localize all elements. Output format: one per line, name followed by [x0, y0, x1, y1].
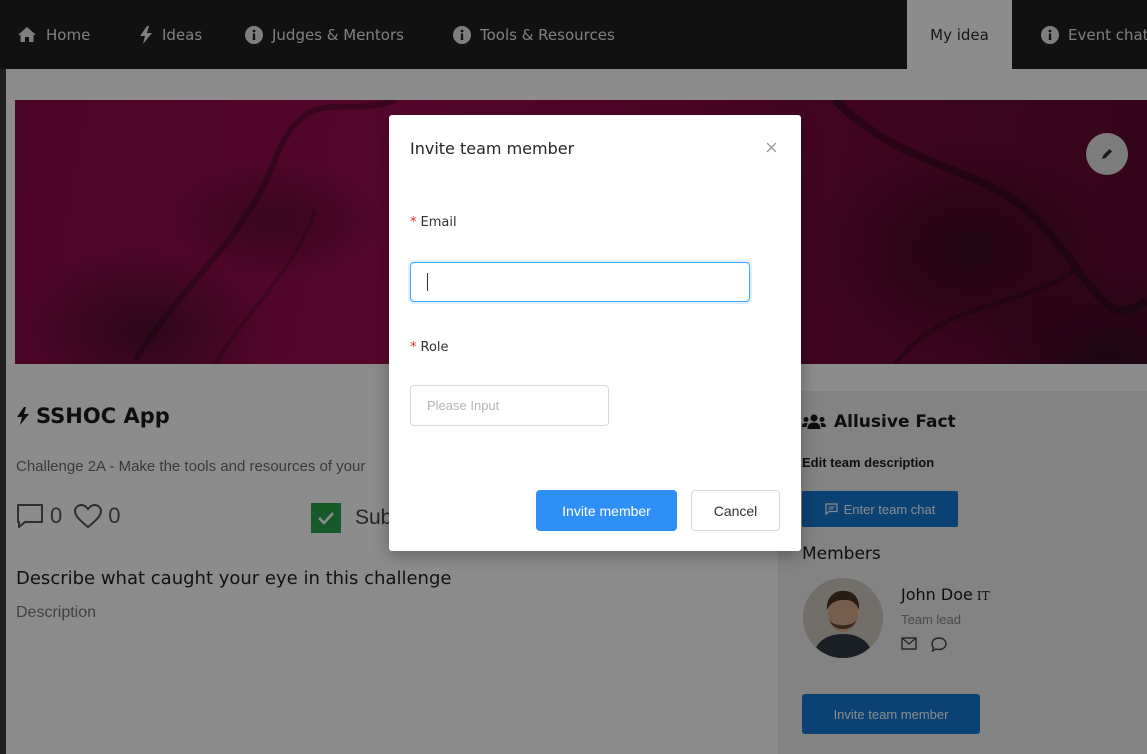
invite-member-button[interactable]: Invite member: [536, 490, 677, 531]
email-field[interactable]: [410, 262, 750, 302]
email-label: * Email: [410, 215, 457, 230]
close-button[interactable]: [763, 139, 779, 155]
role-label: * Role: [410, 340, 449, 355]
required-asterisk: *: [410, 340, 417, 355]
modal-title: Invite team member: [410, 139, 575, 158]
role-label-text: Role: [420, 340, 449, 355]
required-asterisk: *: [410, 215, 417, 230]
role-field[interactable]: [410, 385, 609, 426]
invite-team-member-modal: Invite team member *Email *Role Invite m…: [389, 115, 801, 551]
cancel-button[interactable]: Cancel: [691, 490, 780, 531]
email-label-text: Email: [420, 215, 457, 230]
close-icon: [766, 142, 776, 152]
text-caret: [427, 273, 428, 291]
